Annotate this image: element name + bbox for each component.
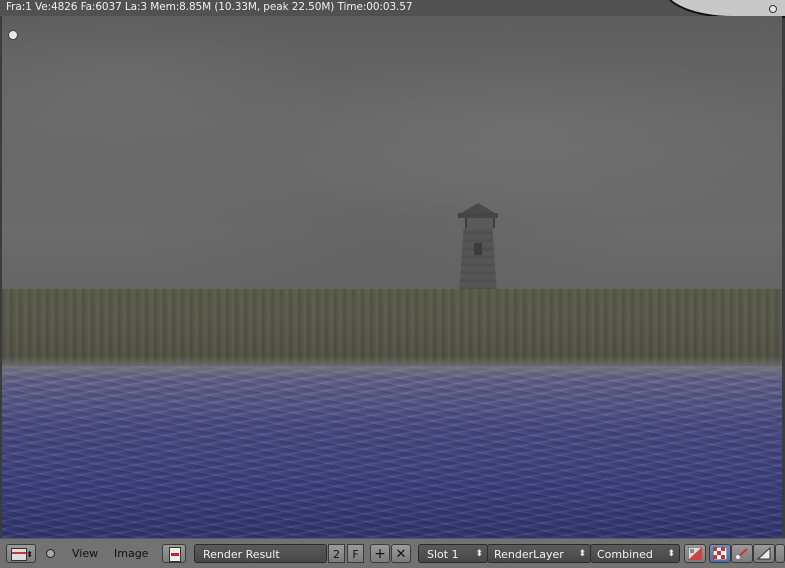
z-buffer-button[interactable] bbox=[731, 544, 753, 563]
render-fog bbox=[2, 356, 782, 378]
new-image-button[interactable]: + bbox=[370, 544, 390, 563]
render-info-text: Fra:1 Ve:4826 Fa:6037 La:3 Mem:8.85M (10… bbox=[6, 1, 413, 13]
render-layer-select[interactable]: RenderLayer ⬍ bbox=[487, 544, 591, 563]
render-info-bar: Fra:1 Ve:4826 Fa:6037 La:3 Mem:8.85M (10… bbox=[0, 0, 785, 18]
slot-select[interactable]: Slot 1 ⬍ bbox=[418, 544, 488, 563]
chevron-updown-icon: ⬍ bbox=[475, 549, 483, 559]
image-browse-button[interactable] bbox=[162, 544, 186, 563]
collapse-menus-icon[interactable] bbox=[46, 549, 55, 558]
brush-icon bbox=[736, 548, 748, 559]
draw-channels-button[interactable] bbox=[684, 544, 706, 563]
image-editor-icon bbox=[11, 548, 27, 561]
image-editor-header: ⬍ View Image Render Result 2 F + ✕ Slot … bbox=[0, 538, 785, 568]
chevron-updown-icon: ⬍ bbox=[578, 549, 586, 559]
chevron-updown-icon: ⬍ bbox=[667, 549, 675, 559]
chevron-updown-icon: ⬍ bbox=[26, 550, 33, 559]
alpha-checker-icon bbox=[713, 547, 727, 560]
draw-channels-icon bbox=[688, 547, 702, 560]
image-users-count[interactable]: 2 bbox=[328, 544, 345, 563]
image-name-field[interactable]: Render Result bbox=[194, 544, 327, 563]
render-pass-label: Combined bbox=[597, 548, 653, 561]
render-sky bbox=[2, 16, 782, 291]
image-browse-icon bbox=[169, 547, 181, 562]
area-action-zone[interactable] bbox=[769, 5, 777, 13]
triangle-icon bbox=[757, 547, 771, 560]
fake-user-button[interactable]: F bbox=[347, 544, 364, 563]
render-pass-select[interactable]: Combined ⬍ bbox=[590, 544, 680, 563]
slot-label: Slot 1 bbox=[427, 548, 459, 561]
image-viewport[interactable] bbox=[2, 16, 782, 538]
area-corner-dot[interactable] bbox=[8, 30, 18, 40]
editor-type-selector[interactable]: ⬍ bbox=[6, 544, 36, 563]
render-lighthouse bbox=[455, 203, 501, 295]
view-menu[interactable]: View bbox=[72, 544, 98, 563]
image-menu[interactable]: Image bbox=[114, 544, 148, 563]
render-water bbox=[2, 366, 782, 538]
alpha-checker-button[interactable] bbox=[709, 544, 731, 563]
overflow-button[interactable] bbox=[775, 544, 785, 563]
view-mode-button[interactable] bbox=[753, 544, 775, 563]
unlink-image-button[interactable]: ✕ bbox=[391, 544, 411, 563]
render-layer-label: RenderLayer bbox=[494, 548, 564, 561]
